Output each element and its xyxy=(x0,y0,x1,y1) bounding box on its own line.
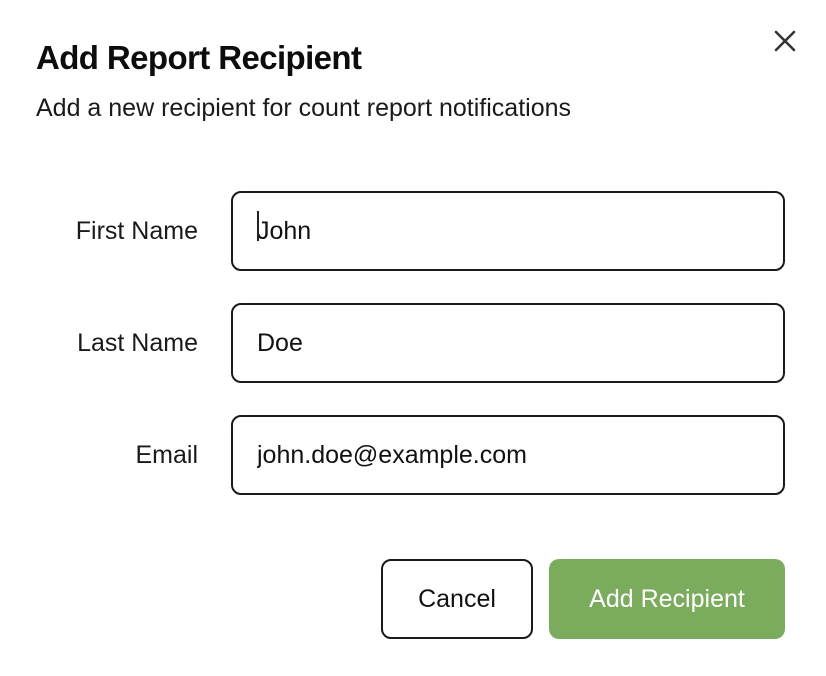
add-recipient-button[interactable]: Add Recipient xyxy=(549,559,785,639)
dialog-title: Add Report Recipient xyxy=(36,39,362,76)
dialog-subtitle: Add a new recipient for count report not… xyxy=(36,94,572,122)
cancel-button[interactable]: Cancel xyxy=(381,559,533,639)
email-label: Email xyxy=(135,441,198,469)
last-name-input[interactable] xyxy=(231,303,785,383)
close-button[interactable] xyxy=(770,26,800,56)
first-name-row: First Name xyxy=(0,191,826,271)
email-row: Email xyxy=(0,415,826,495)
add-recipient-dialog: Add Report Recipient Add a new recipient… xyxy=(0,0,826,676)
first-name-input[interactable] xyxy=(231,191,785,271)
last-name-row: Last Name xyxy=(0,303,826,383)
close-icon xyxy=(774,30,796,52)
email-input[interactable] xyxy=(231,415,785,495)
first-name-label: First Name xyxy=(75,217,198,245)
last-name-label: Last Name xyxy=(77,329,198,357)
text-caret xyxy=(257,211,259,241)
